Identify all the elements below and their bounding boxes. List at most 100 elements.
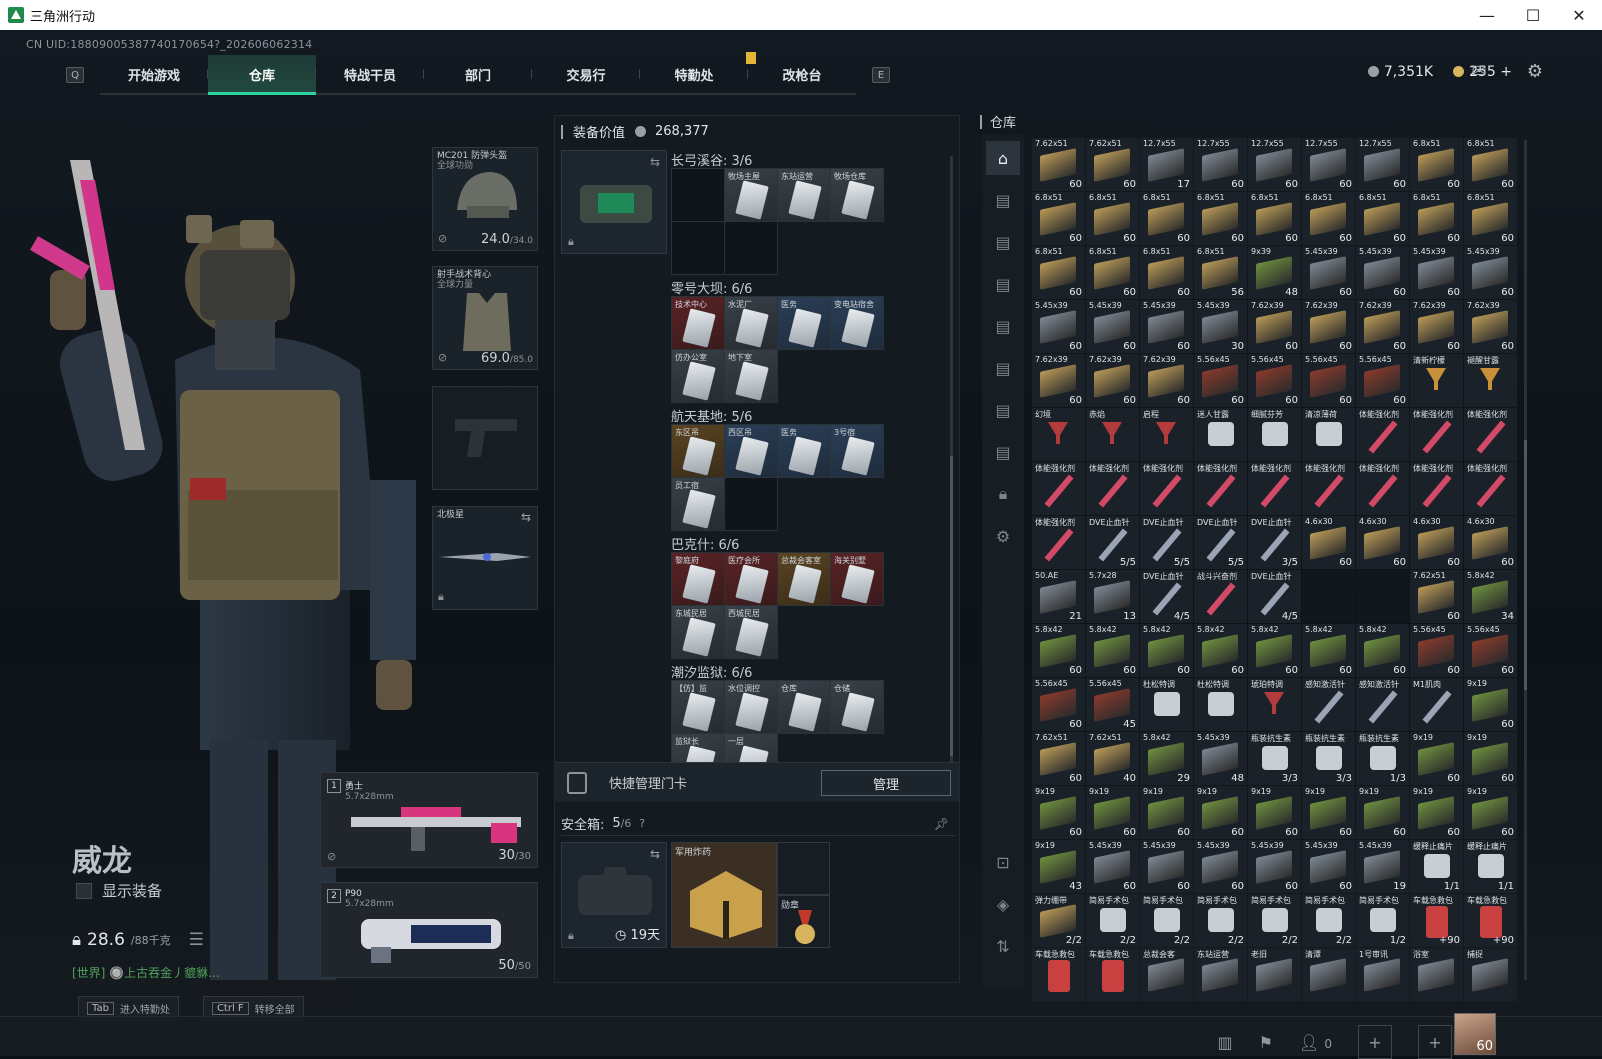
warehouse-item[interactable]: 5.45x39 60 — [1194, 840, 1247, 893]
warehouse-item[interactable]: 6.8x51 60 — [1140, 192, 1193, 245]
warehouse-item[interactable]: 5.56x45 60 — [1194, 354, 1247, 407]
warehouse-item[interactable]: 5.45x39 60 — [1302, 246, 1355, 299]
keycard-slot[interactable]: 医疗会所 — [725, 553, 778, 606]
warehouse-item[interactable]: 捕捉 — [1464, 948, 1517, 1001]
warehouse-tab-4[interactable]: ▤ — [986, 309, 1020, 343]
warehouse-item[interactable]: 6.8x51 60 — [1194, 192, 1247, 245]
warehouse-item[interactable]: 7.62x39 60 — [1302, 300, 1355, 353]
warehouse-item[interactable]: 杜松特调 — [1194, 678, 1247, 731]
warehouse-item[interactable]: 9x19 60 — [1140, 786, 1193, 839]
warehouse-item[interactable]: 缓释止痛片 1/1 — [1464, 840, 1517, 893]
keycard-slot[interactable]: 医务 — [778, 297, 831, 350]
tab-2[interactable]: 特战干员 — [316, 55, 424, 93]
close-button[interactable]: ✕ — [1556, 0, 1602, 30]
safebox-item-explosive[interactable]: 军用炸药 — [671, 842, 777, 948]
keycard-case[interactable]: ⇆ 🔒︎ — [561, 150, 667, 254]
keycard-slot[interactable]: 东区吊 — [672, 425, 725, 478]
nav-next-key[interactable]: E — [872, 67, 890, 83]
warehouse-tab-7[interactable]: ▤ — [986, 435, 1020, 469]
warehouse-item[interactable]: 5.45x39 30 — [1194, 300, 1247, 353]
swap-icon[interactable]: ⇆ — [650, 155, 660, 169]
warehouse-item[interactable]: 车载急救包 +90 — [1410, 894, 1463, 947]
warehouse-item[interactable]: 赤焰 — [1086, 408, 1139, 461]
warehouse-item[interactable]: 5.45x39 60 — [1410, 246, 1463, 299]
warehouse-empty-slot[interactable] — [1356, 570, 1409, 623]
warehouse-item[interactable]: 5.45x39 60 — [1248, 840, 1301, 893]
warehouse-item[interactable]: 5.8x42 60 — [1356, 624, 1409, 677]
warehouse-tab-5[interactable]: ▤ — [986, 351, 1020, 385]
warehouse-item[interactable]: 杜松特调 — [1140, 678, 1193, 731]
warehouse-item[interactable]: 9x19 60 — [1194, 786, 1247, 839]
warehouse-item[interactable]: 9x19 43 — [1032, 840, 1085, 893]
help-icon[interactable]: ? — [639, 817, 645, 830]
keycard-slot[interactable]: 水泥厂 — [725, 297, 778, 350]
warehouse-item[interactable]: 5.56x45 60 — [1410, 624, 1463, 677]
keycard-slot[interactable]: 仓库 — [778, 681, 831, 734]
layers-icon[interactable]: ◈ — [986, 887, 1020, 921]
warehouse-item[interactable]: 5.45x39 60 — [1032, 300, 1085, 353]
warehouse-item[interactable]: 清新柠檬 — [1410, 354, 1463, 407]
warehouse-item[interactable]: 6.8x51 60 — [1032, 192, 1085, 245]
warehouse-item[interactable]: 9x39 48 — [1248, 246, 1301, 299]
warehouse-item[interactable]: 瓶装抗生素 1/3 — [1356, 732, 1409, 785]
secondary-weapon-slot[interactable]: 2 P90 5.7x28mm 50/50 — [320, 882, 538, 978]
warehouse-item[interactable]: 5.45x39 48 — [1194, 732, 1247, 785]
warehouse-item[interactable]: 5.45x39 19 — [1356, 840, 1409, 893]
warehouse-item[interactable]: 简易手术包 2/2 — [1248, 894, 1301, 947]
settings-gear-icon[interactable]: ⚙ — [986, 519, 1020, 553]
warehouse-item[interactable]: 12.7x55 60 — [1248, 138, 1301, 191]
warehouse-item[interactable]: 9x19 60 — [1464, 678, 1517, 731]
warehouse-item[interactable]: 6.8x51 60 — [1410, 138, 1463, 191]
keycard-empty-slot[interactable] — [672, 222, 725, 275]
warehouse-item[interactable]: 6.8x51 60 — [1464, 138, 1517, 191]
warehouse-item[interactable]: 5.56x45 60 — [1464, 624, 1517, 677]
warehouse-item[interactable]: 4.6x30 60 — [1302, 516, 1355, 569]
warehouse-item[interactable]: 5.8x42 60 — [1194, 624, 1247, 677]
warehouse-item[interactable]: 7.62x51 60 — [1032, 732, 1085, 785]
expand-icon[interactable]: ⊡ — [986, 845, 1020, 879]
warehouse-item[interactable]: 6.8x51 60 — [1248, 192, 1301, 245]
warehouse-item[interactable]: 6.8x51 60 — [1302, 192, 1355, 245]
keycard-empty-slot[interactable] — [725, 222, 778, 275]
warehouse-item[interactable]: 体能强化剂 — [1302, 462, 1355, 515]
warehouse-item[interactable]: 总裁会客 — [1140, 948, 1193, 1001]
equipment-scrollbar[interactable] — [950, 156, 953, 768]
warehouse-item[interactable]: 感知激活针 — [1356, 678, 1409, 731]
warehouse-item[interactable]: 战斗兴奋剂 — [1194, 570, 1247, 623]
warehouse-item[interactable]: 7.62x51 60 — [1086, 138, 1139, 191]
keycard-slot[interactable]: 变电站宿舍 — [831, 297, 884, 350]
warehouse-item[interactable]: 7.62x51 60 — [1410, 570, 1463, 623]
friends-icon[interactable]: 👤︎ 0 — [1299, 1033, 1332, 1052]
warehouse-item[interactable]: 7.62x39 60 — [1032, 354, 1085, 407]
warehouse-item[interactable]: 4.6x30 60 — [1410, 516, 1463, 569]
warehouse-item[interactable]: 5.56x45 60 — [1248, 354, 1301, 407]
list-icon[interactable]: ☰ — [189, 930, 204, 950]
checkbox[interactable] — [76, 882, 92, 899]
warehouse-item[interactable]: 5.8x42 29 — [1140, 732, 1193, 785]
keycard-empty-slot[interactable] — [725, 478, 778, 531]
warehouse-item[interactable]: 车载急救包 — [1032, 948, 1085, 1001]
warehouse-item[interactable]: 5.8x42 60 — [1032, 624, 1085, 677]
warehouse-item[interactable]: 9x19 60 — [1356, 786, 1409, 839]
warehouse-item[interactable]: 12.7x55 17 — [1140, 138, 1193, 191]
warehouse-item[interactable]: 6.8x51 60 — [1032, 246, 1085, 299]
notification-icon[interactable] — [746, 52, 756, 64]
warehouse-item[interactable]: 5.45x39 60 — [1302, 840, 1355, 893]
warehouse-item[interactable]: 体能强化剂 — [1464, 408, 1517, 461]
warehouse-item[interactable]: 5.45x39 60 — [1464, 246, 1517, 299]
warehouse-item[interactable]: 9x19 60 — [1032, 786, 1085, 839]
warehouse-item[interactable]: 瓶装抗生素 3/3 — [1248, 732, 1301, 785]
tab-1[interactable]: 仓库 — [208, 55, 316, 95]
warehouse-scrollbar[interactable] — [1524, 140, 1527, 980]
keycard-slot[interactable]: 仿办公室 — [672, 350, 725, 403]
tab-0[interactable]: 开始游戏 — [100, 55, 208, 93]
keycard-slot[interactable]: 东城民居 — [672, 606, 725, 659]
warehouse-item[interactable]: 简易手术包 2/2 — [1302, 894, 1355, 947]
keycard-slot[interactable]: 医务 — [778, 425, 831, 478]
warehouse-item[interactable]: 体能强化剂 — [1194, 462, 1247, 515]
warehouse-item[interactable]: 体能强化剂 — [1248, 462, 1301, 515]
minimize-button[interactable]: — — [1464, 0, 1510, 30]
warehouse-item[interactable]: 体能强化剂 — [1464, 462, 1517, 515]
warehouse-item[interactable]: 5.45x39 60 — [1140, 300, 1193, 353]
warehouse-item[interactable]: 瓶装抗生素 3/3 — [1302, 732, 1355, 785]
